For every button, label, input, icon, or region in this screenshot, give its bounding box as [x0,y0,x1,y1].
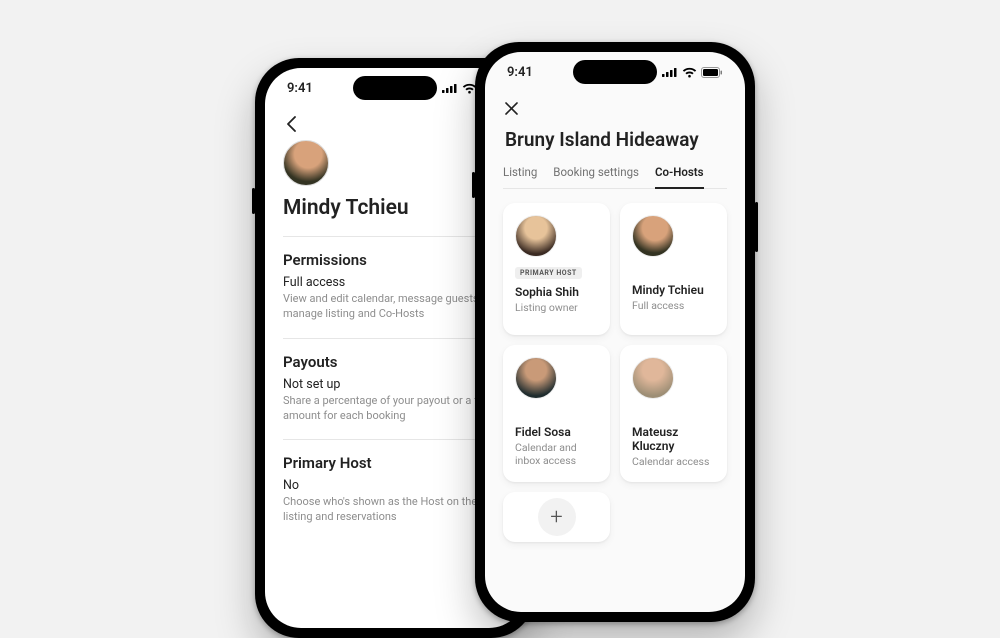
wifi-icon [682,67,697,78]
dynamic-island [573,60,657,84]
cohost-card[interactable]: Fidel Sosa Calendar and inbox access [503,345,610,482]
section-description: Choose who's shown as the Host on the li… [283,495,507,525]
tab-bar: Listing Booking settings Co-Hosts [503,165,727,189]
section-description: View and edit calendar, message guests, … [283,292,507,322]
cohost-role: Calendar and inbox access [515,441,598,467]
section-heading: Primary Host [283,454,507,472]
cohost-card[interactable]: PRIMARY HOST Sophia Shih Listing owner [503,203,610,335]
section-value: No [283,478,507,493]
cohost-avatar [515,215,557,257]
tab-co-hosts[interactable]: Co-Hosts [655,165,704,189]
cohost-card[interactable]: Mateusz Kluczny Calendar access [620,345,727,482]
cohost-role: Calendar access [632,455,715,468]
cohost-avatar [632,357,674,399]
battery-icon [701,67,723,78]
section-value: Not set up [283,377,507,392]
section-description: Share a percentage of your payout or a f… [283,394,507,424]
close-button[interactable] [503,100,519,116]
cohost-card[interactable]: Mindy Tchieu Full access [620,203,727,335]
primary-host-badge: PRIMARY HOST [515,267,582,279]
dynamic-island [353,76,437,100]
section-value: Full access [283,275,507,290]
chevron-left-icon [286,116,297,132]
user-name: Mindy Tchieu [283,196,507,220]
section-permissions[interactable]: Permissions Full access View and edit ca… [283,236,507,322]
cohost-name: Fidel Sosa [515,425,598,439]
user-avatar [283,140,329,186]
cellular-icon [662,67,678,77]
status-time: 9:41 [507,65,533,80]
tab-listing[interactable]: Listing [503,165,537,188]
cohost-grid: PRIMARY HOST Sophia Shih Listing owner M… [503,203,727,542]
phone-cohosts-list: 9:41 Bruny Island Hideaway Listing Booki… [475,42,755,622]
close-icon [505,102,518,115]
cohost-name: Mateusz Kluczny [632,425,715,453]
section-payouts[interactable]: Payouts Not set up Share a percentage of… [283,338,507,424]
cohost-name: Mindy Tchieu [632,283,715,297]
listing-title: Bruny Island Hideaway [505,128,727,151]
cohost-name: Sophia Shih [515,285,598,299]
section-heading: Permissions [283,251,507,269]
plus-icon: + [538,498,576,536]
cohost-avatar [632,215,674,257]
cohost-role: Full access [632,299,715,312]
back-button[interactable] [283,116,299,132]
section-heading: Payouts [283,353,507,371]
cohost-avatar [515,357,557,399]
cellular-icon [442,83,458,93]
tab-booking-settings[interactable]: Booking settings [553,165,639,188]
status-time: 9:41 [287,81,313,96]
cohost-role: Listing owner [515,301,598,314]
section-primary-host[interactable]: Primary Host No Choose who's shown as th… [283,439,507,525]
add-cohost-button[interactable]: + [503,492,610,542]
status-indicators [662,67,723,78]
